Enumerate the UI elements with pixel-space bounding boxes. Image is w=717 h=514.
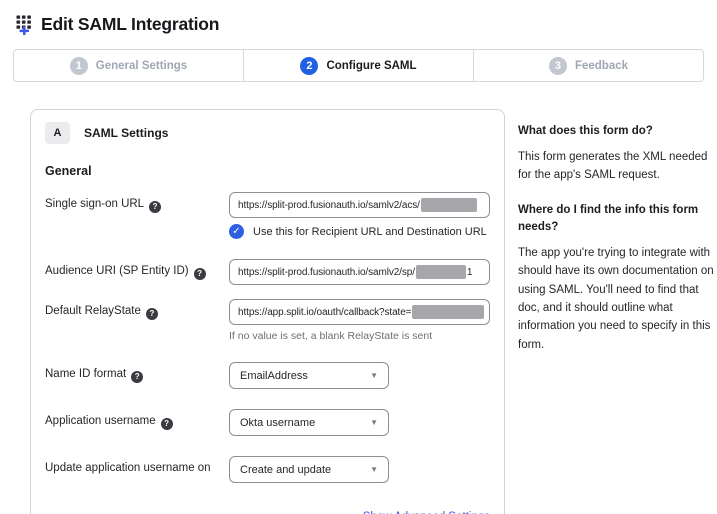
field-label: Default RelayState? xyxy=(45,299,229,342)
step-number-badge: 1 xyxy=(70,57,88,75)
chevron-down-icon: ▼ xyxy=(370,465,378,474)
field-control: https://app.split.io/oauth/callback?stat… xyxy=(229,299,490,342)
step-label: General Settings xyxy=(96,60,187,72)
step-label: Feedback xyxy=(575,60,628,72)
field-label-text: Update application username on xyxy=(45,462,211,474)
field-control: https://split-prod.fusionauth.io/samlv2/… xyxy=(229,259,490,285)
input-value-prefix: https://app.split.io/oauth/callback?stat… xyxy=(238,307,411,318)
section-a-badge: A xyxy=(45,122,70,144)
wizard-stepper: 1 General Settings 2 Configure SAML 3 Fe… xyxy=(13,49,704,82)
field-label: Name ID format? xyxy=(45,362,229,389)
step-general-settings[interactable]: 1 General Settings xyxy=(14,50,244,81)
section-header: A SAML Settings xyxy=(45,122,490,144)
section-title: SAML Settings xyxy=(84,126,168,140)
help-icon[interactable]: ? xyxy=(161,418,173,430)
field-label: Application username? xyxy=(45,409,229,436)
input-value-prefix: https://split-prod.fusionauth.io/samlv2/… xyxy=(238,200,420,211)
field-row-application-username: Application username? Okta username ▼ xyxy=(45,409,490,436)
help-sidebar: What does this form do? This form genera… xyxy=(518,109,714,372)
field-label-text: Name ID format xyxy=(45,368,126,380)
field-label: Audience URI (SP Entity ID)? xyxy=(45,259,229,285)
audience-uri-input[interactable]: https://split-prod.fusionauth.io/samlv2/… xyxy=(229,259,490,285)
recipient-url-checkbox-row: ✓ Use this for Recipient URL and Destina… xyxy=(229,224,490,239)
field-control: Okta username ▼ xyxy=(229,409,490,436)
name-id-format-select[interactable]: EmailAddress ▼ xyxy=(229,362,389,389)
chevron-down-icon: ▼ xyxy=(370,371,378,380)
sidebar-paragraph-what: This form generates the XML needed for t… xyxy=(518,148,714,185)
field-label: Single sign-on URL? xyxy=(45,192,229,239)
single-sign-on-url-input[interactable]: https://split-prod.fusionauth.io/samlv2/… xyxy=(229,192,490,218)
select-value: Okta username xyxy=(240,417,315,429)
field-label-text: Application username xyxy=(45,415,156,427)
field-row-update-username-on: Update application username on Create an… xyxy=(45,456,490,483)
help-icon[interactable]: ? xyxy=(146,308,158,320)
input-value-suffix: 1 xyxy=(467,267,472,278)
chevron-down-icon: ▼ xyxy=(370,418,378,427)
step-feedback[interactable]: 3 Feedback xyxy=(474,50,703,81)
sidebar-paragraph-where: The app you're trying to integrate with … xyxy=(518,244,714,354)
step-number-badge: 2 xyxy=(300,57,318,75)
redacted-value xyxy=(421,198,477,212)
field-label-text: Audience URI (SP Entity ID) xyxy=(45,265,189,277)
field-row-name-id-format: Name ID format? EmailAddress ▼ xyxy=(45,362,490,389)
help-icon[interactable]: ? xyxy=(131,371,143,383)
app-grid-plus-icon xyxy=(15,13,37,35)
field-control: https://split-prod.fusionauth.io/samlv2/… xyxy=(229,192,490,239)
default-relaystate-input[interactable]: https://app.split.io/oauth/callback?stat… xyxy=(229,299,490,325)
relaystate-helper-text: If no value is set, a blank RelayState i… xyxy=(229,330,490,342)
edit-saml-integration-page: Edit SAML Integration 1 General Settings… xyxy=(0,0,717,514)
redacted-value xyxy=(416,265,466,279)
field-row-single-sign-on-url: Single sign-on URL? https://split-prod.f… xyxy=(45,192,490,239)
checkbox-label: Use this for Recipient URL and Destinati… xyxy=(253,226,487,238)
page-title: Edit SAML Integration xyxy=(41,14,219,35)
field-control: Create and update ▼ xyxy=(229,456,490,483)
field-row-default-relaystate: Default RelayState? https://app.split.io… xyxy=(45,299,490,342)
field-label-text: Default RelayState xyxy=(45,305,141,317)
field-control: EmailAddress ▼ xyxy=(229,362,490,389)
redacted-value xyxy=(412,305,484,319)
sidebar-heading-where: Where do I find the info this form needs… xyxy=(518,202,714,235)
application-username-select[interactable]: Okta username ▼ xyxy=(229,409,389,436)
main-content: A SAML Settings General Single sign-on U… xyxy=(30,109,717,514)
step-number-badge: 3 xyxy=(549,57,567,75)
page-header: Edit SAML Integration xyxy=(15,13,717,35)
checkbox-checked-icon[interactable]: ✓ xyxy=(229,224,244,239)
field-label: Update application username on xyxy=(45,456,229,483)
help-icon[interactable]: ? xyxy=(149,201,161,213)
step-configure-saml[interactable]: 2 Configure SAML xyxy=(244,50,474,81)
field-row-audience-uri: Audience URI (SP Entity ID)? https://spl… xyxy=(45,259,490,285)
select-value: Create and update xyxy=(240,464,331,476)
general-group-title: General xyxy=(45,164,490,178)
field-label-text: Single sign-on URL xyxy=(45,198,144,210)
saml-settings-card: A SAML Settings General Single sign-on U… xyxy=(30,109,505,514)
select-value: EmailAddress xyxy=(240,370,308,382)
sidebar-heading-what: What does this form do? xyxy=(518,123,714,140)
help-icon[interactable]: ? xyxy=(194,268,206,280)
input-value-prefix: https://split-prod.fusionauth.io/samlv2/… xyxy=(238,267,415,278)
update-username-on-select[interactable]: Create and update ▼ xyxy=(229,456,389,483)
step-label: Configure SAML xyxy=(326,60,416,72)
advanced-settings-row: Show Advanced Settings xyxy=(45,507,490,514)
